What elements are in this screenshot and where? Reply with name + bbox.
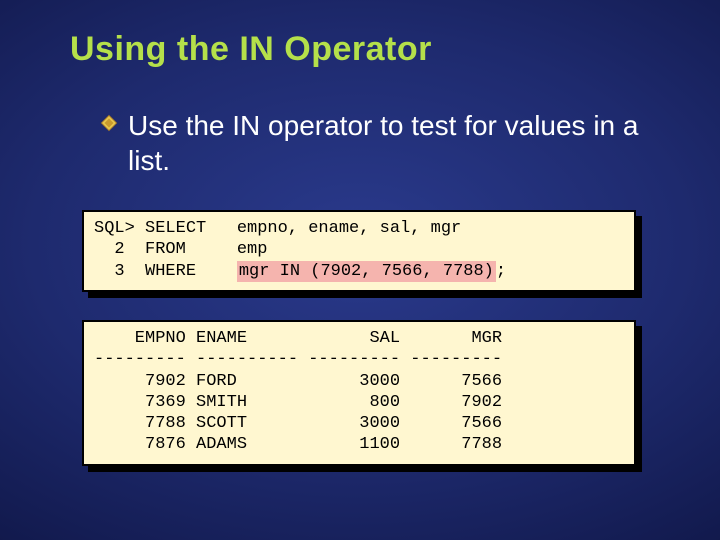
result-header: EMPNO ENAME SAL MGR xyxy=(94,329,502,348)
result-row: 7788 SCOTT 3000 7566 xyxy=(94,414,502,433)
result-row: 7876 ADAMS 1100 7788 xyxy=(94,435,502,454)
slide-title: Using the IN Operator xyxy=(70,30,432,69)
bullet-text: Use the IN operator to test for values i… xyxy=(128,108,668,178)
code-line-3-suffix: ; xyxy=(496,262,506,281)
highlight-in-clause: mgr IN (7902, 7566, 7788) xyxy=(237,261,496,282)
bullet-item: Use the IN operator to test for values i… xyxy=(100,108,668,178)
sql-result-box: EMPNO ENAME SAL MGR --------- ----------… xyxy=(82,320,636,466)
slide: Using the IN Operator Use the IN operato… xyxy=(0,0,720,540)
result-divider: --------- ---------- --------- --------- xyxy=(94,350,502,369)
result-row: 7902 FORD 3000 7566 xyxy=(94,372,502,391)
diamond-bullet-icon xyxy=(100,114,118,132)
sql-query-box: SQL> SELECT empno, ename, sal, mgr 2 FRO… xyxy=(82,210,636,292)
code-line-3-prefix: 3 WHERE xyxy=(94,262,237,281)
code-line-1: SQL> SELECT empno, ename, sal, mgr xyxy=(94,219,461,238)
result-row: 7369 SMITH 800 7902 xyxy=(94,393,502,412)
code-line-2: 2 FROM emp xyxy=(94,240,267,259)
